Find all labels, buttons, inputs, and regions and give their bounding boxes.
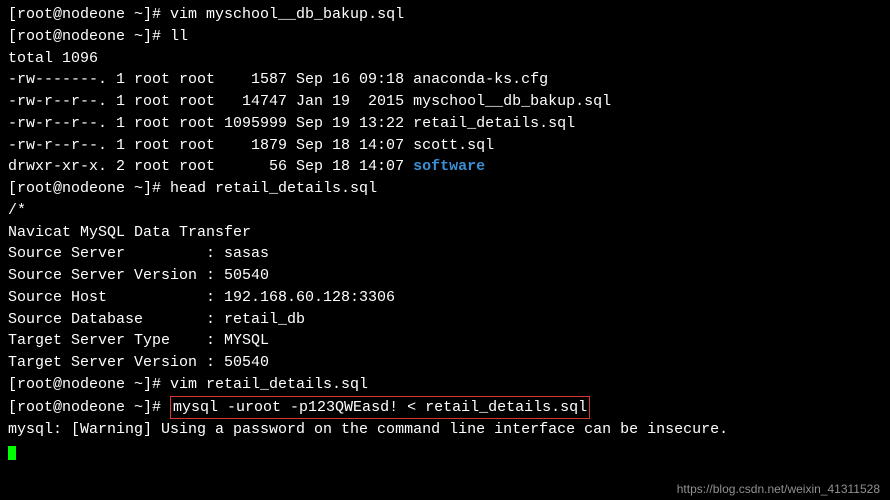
output-line: Target Server Version : 50540: [8, 352, 882, 374]
file-listing-line: -rw-r--r--. 1 root root 1879 Sep 18 14:0…: [8, 135, 882, 157]
prompt: [root@nodeone ~]#: [8, 399, 170, 416]
command-text: vim retail_details.sql: [170, 376, 368, 393]
output-line: Source Database : retail_db: [8, 309, 882, 331]
file-listing-line: -rw-------. 1 root root 1587 Sep 16 09:1…: [8, 69, 882, 91]
output-line: /*: [8, 200, 882, 222]
file-listing-line: -rw-r--r--. 1 root root 1095999 Sep 19 1…: [8, 113, 882, 135]
command-text: ll: [170, 28, 188, 45]
command-line: [root@nodeone ~]# ll: [8, 26, 882, 48]
output-line: Source Host : 192.168.60.128:3306: [8, 287, 882, 309]
watermark-text: https://blog.csdn.net/weixin_41311528: [677, 481, 880, 498]
output-line: Source Server : sasas: [8, 243, 882, 265]
highlighted-command: mysql -uroot -p123QWEasd! < retail_detai…: [170, 396, 590, 420]
output-line: Target Server Type : MYSQL: [8, 330, 882, 352]
file-listing-line: -rw-r--r--. 1 root root 14747 Jan 19 201…: [8, 91, 882, 113]
command-line: [root@nodeone ~]# vim retail_details.sql: [8, 374, 882, 396]
command-text: vim myschool__db_bakup.sql: [170, 6, 404, 23]
prompt: [root@nodeone ~]#: [8, 28, 170, 45]
command-line-highlighted: [root@nodeone ~]# mysql -uroot -p123QWEa…: [8, 396, 882, 420]
output-line: Source Server Version : 50540: [8, 265, 882, 287]
prompt: [root@nodeone ~]#: [8, 180, 170, 197]
command-text: head retail_details.sql: [170, 180, 377, 197]
terminal-output[interactable]: [root@nodeone ~]# vim myschool__db_bakup…: [8, 4, 882, 463]
warning-line: mysql: [Warning] Using a password on the…: [8, 419, 882, 441]
output-line: Navicat MySQL Data Transfer: [8, 222, 882, 244]
file-listing-line: drwxr-xr-x. 2 root root 56 Sep 18 14:07 …: [8, 156, 882, 178]
prompt: [root@nodeone ~]#: [8, 6, 170, 23]
command-line: [root@nodeone ~]# vim myschool__db_bakup…: [8, 4, 882, 26]
cursor-line: [8, 441, 882, 463]
command-line: [root@nodeone ~]# head retail_details.sq…: [8, 178, 882, 200]
directory-name: software: [413, 158, 485, 175]
output-line: total 1096: [8, 48, 882, 70]
prompt: [root@nodeone ~]#: [8, 376, 170, 393]
cursor-icon: [8, 446, 16, 460]
